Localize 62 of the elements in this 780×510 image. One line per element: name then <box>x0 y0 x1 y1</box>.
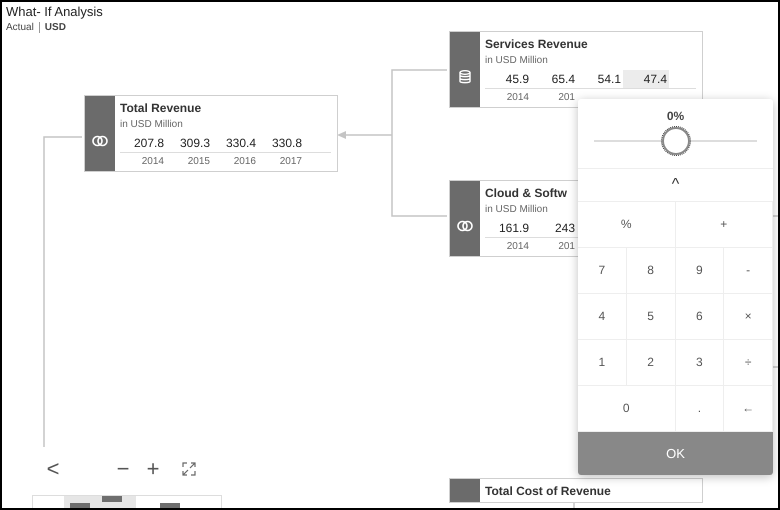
keypad-key[interactable]: 5 <box>626 294 676 340</box>
value-cell[interactable]: 161.9 <box>485 219 531 237</box>
keypad-key[interactable]: . <box>676 386 724 432</box>
keypad-key[interactable]: + <box>676 202 773 248</box>
node-title: Total Cost of Revenue <box>485 483 612 499</box>
keypad-key[interactable]: % <box>578 202 676 248</box>
year-label: 201 <box>557 91 576 104</box>
keypad-key[interactable]: 9 <box>676 248 724 294</box>
keypad-key[interactable]: 8 <box>626 248 676 294</box>
percent-reading: 0% <box>666 109 686 123</box>
ok-button[interactable]: OK <box>578 432 773 475</box>
fullscreen-icon[interactable] <box>182 462 196 476</box>
keypad-key[interactable]: 4 <box>578 294 627 340</box>
currency-label: USD <box>44 22 66 33</box>
keypad-key[interactable]: × <box>724 294 773 340</box>
unit-label: in USD Million <box>485 203 549 217</box>
node-card[interactable]: Services Revenue in USD Million 45.9 65.4 54.1 47.4 2014 201 <box>449 31 703 108</box>
version-label: Actual <box>6 22 34 33</box>
rings-icon <box>457 220 473 232</box>
keypad-key[interactable]: ← <box>724 386 773 432</box>
keypad-key[interactable]: - <box>724 248 773 294</box>
unit-label: in USD Million <box>120 118 184 132</box>
year-label: 2014 <box>140 155 165 168</box>
node-card[interactable]: Total Revenue in USD Million 207.8 309.3 330.4 330.8 2014 2015 2016 2017 <box>84 95 338 172</box>
slider-handle[interactable] <box>662 127 690 155</box>
year-label: 2017 <box>278 155 303 168</box>
year-label: 2015 <box>186 155 211 168</box>
node-title: Services Revenue <box>485 36 589 52</box>
zoom-out-button[interactable]: − <box>108 458 138 480</box>
value-cell[interactable]: 47.4 <box>623 70 669 88</box>
year-label: 2016 <box>232 155 257 168</box>
keypad-key[interactable]: 3 <box>676 340 724 386</box>
keypad-key[interactable]: 0 <box>578 386 676 432</box>
keypad-key[interactable]: 6 <box>676 294 724 340</box>
keypad-key[interactable]: 7 <box>578 248 627 294</box>
rings-icon <box>92 134 108 146</box>
page-title: What- If Analysis <box>6 4 103 20</box>
collapse-button[interactable]: ^ <box>578 168 773 202</box>
value-cell[interactable]: 330.4 <box>212 134 258 152</box>
node-title: Total Revenue <box>120 100 202 116</box>
zoom-in-button[interactable]: + <box>138 458 168 480</box>
value-cell[interactable]: 207.8 <box>120 134 166 152</box>
keypad-key[interactable]: ÷ <box>724 340 773 386</box>
value-cell[interactable]: 243 <box>531 219 577 237</box>
year-label: 2014 <box>506 240 530 253</box>
year-label: 201 <box>557 240 576 253</box>
database-icon <box>459 70 471 84</box>
node-icon-tile <box>450 479 480 502</box>
value-cell[interactable]: 54.1 <box>577 70 623 88</box>
value-cell[interactable]: 45.9 <box>485 70 531 88</box>
keypad-key[interactable]: 2 <box>626 340 676 386</box>
value-cell[interactable]: 65.4 <box>531 70 577 88</box>
keypad-key[interactable]: 1 <box>578 340 627 386</box>
year-label: 2014 <box>506 91 530 104</box>
node-title: Cloud & Softw <box>485 185 568 201</box>
back-button[interactable]: < <box>38 458 68 480</box>
minimap-drawing[interactable] <box>32 495 222 508</box>
unit-label: in USD Million <box>485 54 549 68</box>
node-card[interactable]: Total Cost of Revenue <box>449 478 703 503</box>
value-cell[interactable]: 309.3 <box>166 134 212 152</box>
value-cell[interactable]: 330.8 <box>258 134 304 152</box>
connector-arrow <box>337 131 392 139</box>
